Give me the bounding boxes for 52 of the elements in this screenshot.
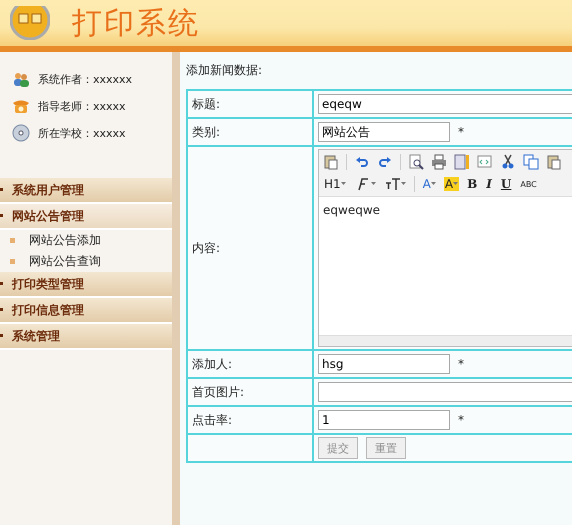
redo-icon[interactable] (377, 154, 393, 170)
input-field[interactable]: 网站公告 (318, 122, 450, 142)
undo-icon[interactable] (354, 154, 370, 170)
required-mark: * (458, 413, 464, 427)
heading-button[interactable]: H1 (323, 177, 347, 191)
field-label: 类别: (192, 124, 220, 140)
paste-icon[interactable] (323, 154, 339, 170)
editor-text: eqweqwe (323, 203, 380, 217)
info-text: 所在学校：xxxxx (38, 126, 126, 140)
input-field[interactable]: 1 (318, 410, 450, 430)
menu-item[interactable]: 网站公告添加 (29, 232, 101, 249)
phone-icon (12, 98, 30, 114)
menu-group[interactable]: 打印类型管理 (0, 272, 172, 298)
info-text: 系统作者：xxxxxx (38, 72, 132, 86)
form-heading: 添加新闻数据: (186, 62, 264, 79)
menu-group[interactable]: 系统用户管理 (0, 178, 172, 204)
font-color-button[interactable]: A (422, 177, 437, 191)
highlight-button[interactable]: A (444, 177, 460, 191)
copy-icon[interactable] (523, 154, 539, 170)
bold-button[interactable]: B (466, 177, 478, 191)
preview-icon[interactable] (408, 154, 424, 170)
users-icon (12, 70, 30, 88)
input-field[interactable]: eqeqw (318, 94, 572, 114)
bullet-icon (10, 259, 15, 264)
rich-text-editor[interactable]: H1 A A B I U ABC eqweqwe (318, 149, 572, 347)
required-mark: * (458, 125, 464, 139)
logo-icon (10, 6, 50, 40)
menu-group[interactable]: 打印信息管理 (0, 298, 172, 324)
font-size-icon[interactable] (384, 176, 401, 192)
menu-group[interactable]: 网站公告管理 (0, 204, 172, 230)
underline-button[interactable]: U (500, 177, 512, 191)
menu-group[interactable]: 系统管理 (0, 324, 172, 350)
app-title: 打印系统 (72, 4, 200, 42)
paste-icon[interactable] (546, 154, 562, 170)
field-label: 首页图片: (192, 384, 244, 400)
required-mark: * (458, 357, 464, 371)
template-icon[interactable] (454, 154, 470, 170)
input-field[interactable]: hsg (318, 354, 450, 374)
code-icon[interactable] (477, 154, 493, 170)
field-label: 内容: (192, 240, 220, 256)
field-label: 添加人: (192, 356, 232, 372)
menu-item[interactable]: 网站公告查询 (29, 253, 101, 270)
italic-button[interactable]: I (485, 177, 493, 191)
field-label: 点击率: (192, 412, 232, 428)
disc-icon (12, 124, 30, 142)
info-text: 指导老师：xxxxx (38, 98, 126, 114)
input-field[interactable] (318, 382, 572, 402)
field-label: 标题: (192, 96, 220, 112)
printer-icon[interactable] (431, 154, 447, 170)
bullet-icon (10, 238, 15, 243)
strikethrough-button[interactable]: ABC (519, 180, 538, 188)
scissors-icon[interactable] (500, 154, 516, 170)
